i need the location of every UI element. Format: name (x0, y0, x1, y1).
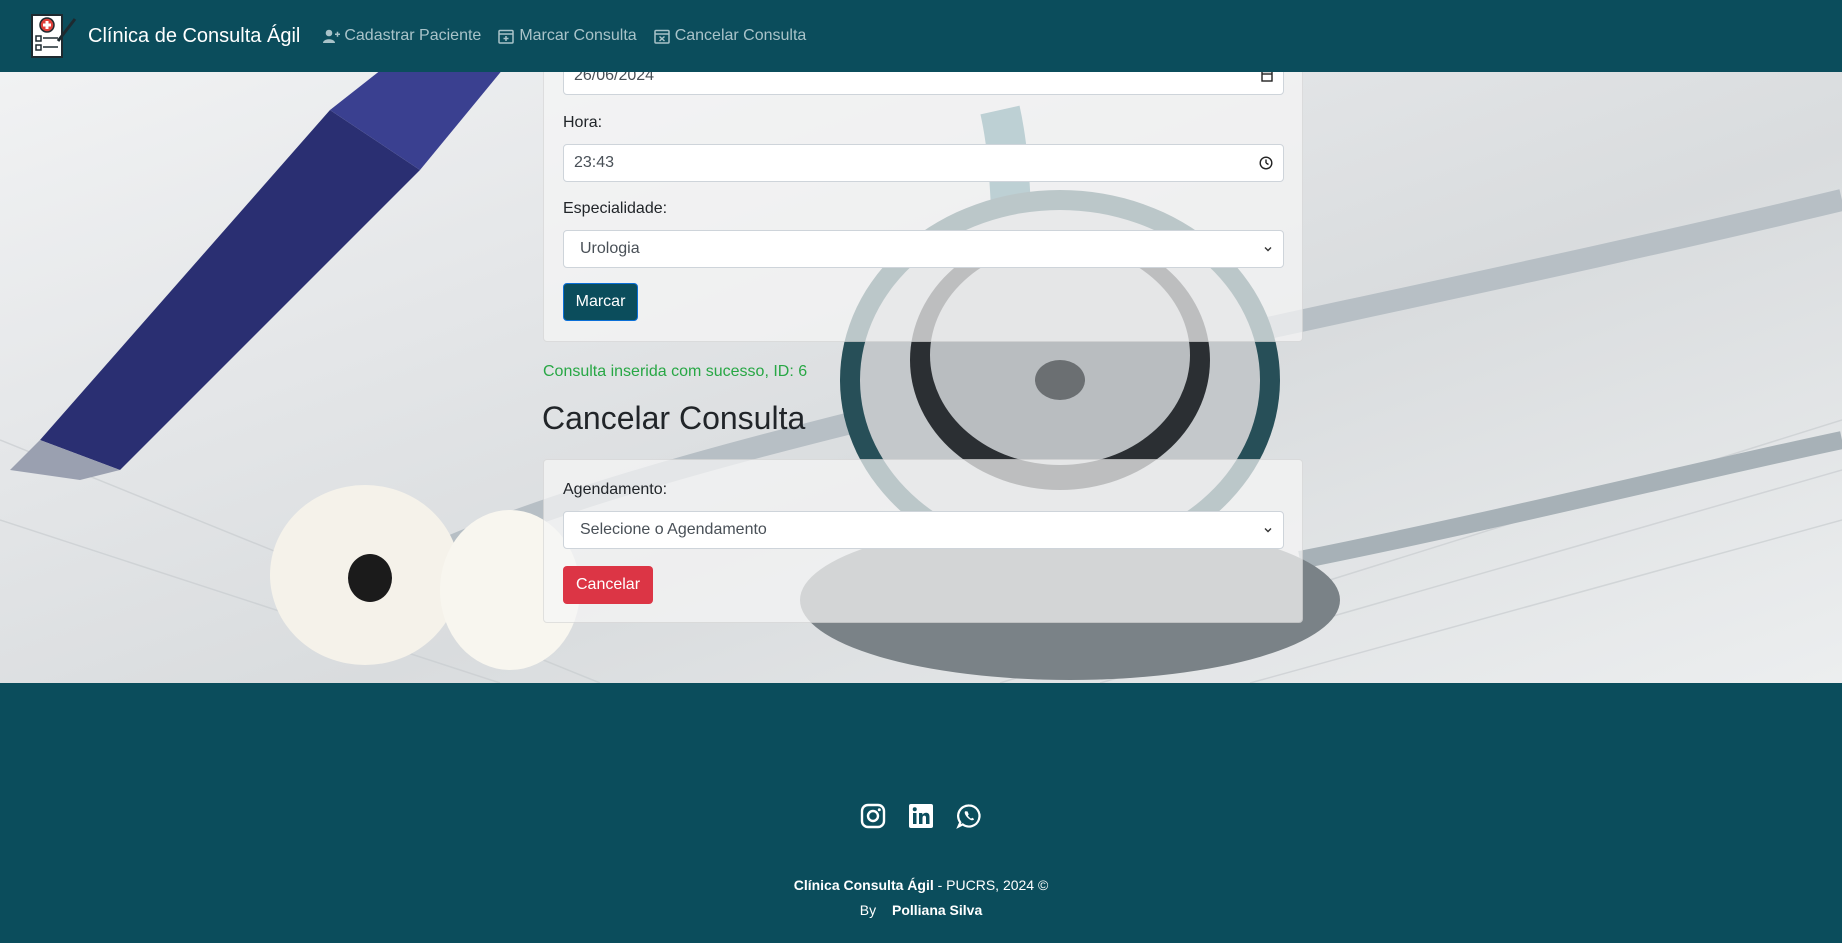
agendamento-select[interactable]: Selecione o Agendamento (563, 511, 1284, 549)
nav-marcar-consulta[interactable]: Marcar Consulta (497, 27, 637, 45)
nav-cancelar-consulta-label: Cancelar Consulta (674, 27, 807, 44)
cancelar-consulta-title: Cancelar Consulta (542, 400, 806, 436)
marcar-button[interactable]: Marcar (563, 283, 638, 321)
cancelar-button[interactable]: Cancelar (563, 566, 653, 604)
especialidade-label: Especialidade: (563, 200, 668, 217)
success-message: Consulta inserida com sucesso, ID: 6 (543, 363, 808, 380)
footer-copyright: Clínica Consulta Ágil - PUCRS, 2024 © (0, 877, 1842, 893)
hora-input-value: 23:43 (574, 154, 615, 171)
nav-cadastrar-paciente-label: Cadastrar Paciente (344, 27, 482, 44)
nav-cancelar-consulta[interactable]: Cancelar Consulta (653, 27, 807, 45)
footer-byline: By Polliana Silva (0, 902, 1842, 918)
linkedin-icon[interactable] (908, 803, 934, 829)
footer-by: By (859, 902, 877, 918)
especialidade-select[interactable]: Urologia (563, 230, 1284, 268)
cancelar-consulta-card: Agendamento: Selecione o Agendamento Can… (543, 459, 1303, 623)
marcar-consulta-card: 26/06/2024 Hora: 23:43 Especialidade: Ur… (543, 40, 1303, 342)
brand-title[interactable]: Clínica de Consulta Ágil (88, 25, 300, 48)
footer: Clínica Consulta Ágil - PUCRS, 2024 © By… (0, 683, 1842, 943)
calendar-x-icon (653, 29, 670, 44)
user-plus-icon (323, 29, 341, 43)
clinic-logo-icon[interactable] (28, 11, 78, 61)
nav-marcar-consulta-label: Marcar Consulta (519, 27, 637, 44)
nav-cadastrar-paciente[interactable]: Cadastrar Paciente (322, 27, 481, 45)
chevron-down-icon (1264, 247, 1272, 252)
clock-icon[interactable] (1259, 156, 1273, 170)
agendamento-select-value: Selecione o Agendamento (580, 521, 767, 538)
footer-author: Polliana Silva (891, 902, 983, 918)
calendar-plus-icon (498, 29, 515, 44)
hora-input[interactable]: 23:43 (563, 144, 1284, 182)
footer-copyright-rest: - PUCRS, 2024 © (933, 877, 1049, 893)
especialidade-select-value: Urologia (580, 240, 640, 257)
social-links (860, 803, 982, 829)
chevron-down-icon (1264, 528, 1272, 533)
whatsapp-icon[interactable] (956, 803, 982, 829)
footer-brand: Clínica Consulta Ágil (793, 877, 934, 893)
hora-label: Hora: (563, 114, 603, 131)
instagram-icon[interactable] (860, 803, 886, 829)
agendamento-label: Agendamento: (563, 481, 668, 498)
navbar: Clínica de Consulta Ágil Cadastrar Pacie… (0, 0, 1842, 72)
